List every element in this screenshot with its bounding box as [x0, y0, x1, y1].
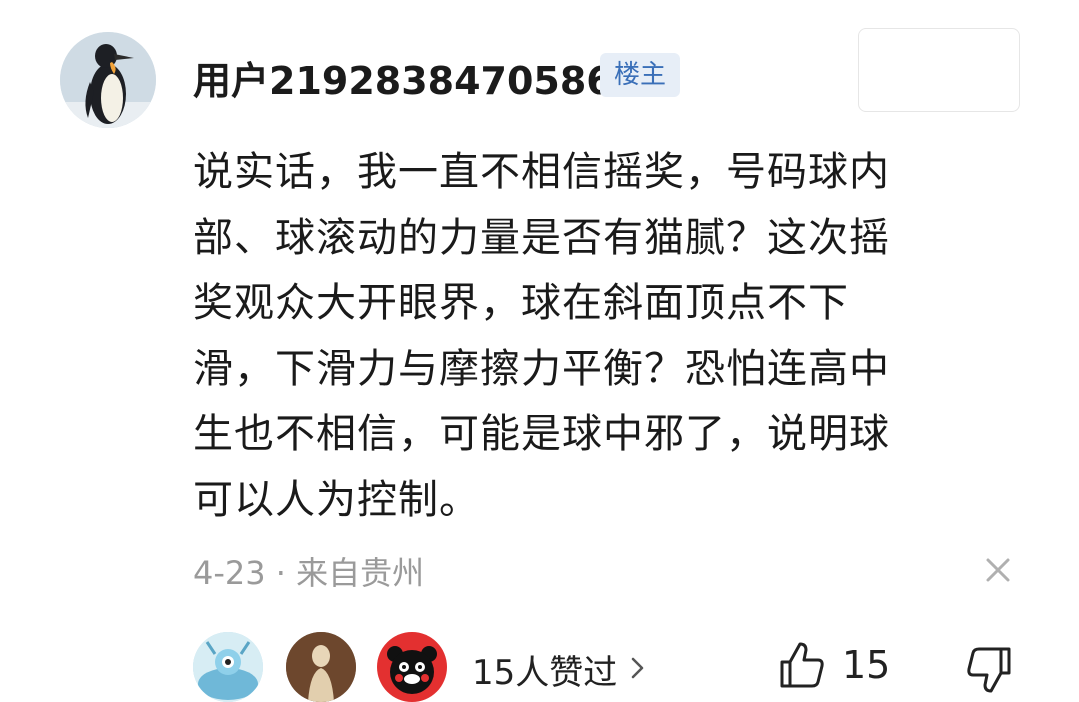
close-icon[interactable]	[980, 552, 1016, 588]
avatar[interactable]	[60, 32, 156, 128]
kumamon-avatar-icon	[377, 632, 447, 702]
chevron-right-icon[interactable]	[630, 655, 646, 681]
comment-line: 说实话，我一直不相信摇奖，号码球内	[193, 149, 890, 195]
liker-avatar[interactable]	[193, 632, 263, 702]
liked-by-count[interactable]: 15人赞过	[472, 645, 617, 694]
comment-line: 奖观众大开眼界，球在斜面顶点不下	[193, 280, 849, 326]
username[interactable]: 用户2192838470586	[193, 50, 613, 105]
liker-avatar[interactable]	[286, 632, 356, 702]
comment-line: 部、球滚动的力量是否有猫腻？这次摇	[193, 214, 890, 261]
comment-text: 说实话，我一直不相信摇奖，号码球内 部、球滚动的力量是否有猫腻？这次摇 奖观众大…	[193, 140, 1023, 533]
op-badge: 楼主	[600, 53, 681, 97]
comment-line: 生也不相信，可能是球中邪了，说明球	[193, 411, 890, 457]
thumbs-down-icon[interactable]	[965, 645, 1013, 695]
comment-line: 滑，下滑力与摩擦力平衡？恐怕连高中	[193, 345, 890, 392]
penguin-avatar-icon	[60, 32, 156, 128]
like-count: 15	[842, 643, 891, 687]
post-meta: 4-23 · 来自贵州	[193, 554, 425, 592]
liker-avatar[interactable]	[377, 632, 447, 702]
comment-line: 可以人为控制。	[193, 476, 480, 523]
alien-avatar-icon	[193, 632, 263, 702]
follow-button-placeholder[interactable]	[858, 28, 1020, 112]
thumbs-up-icon[interactable]	[778, 640, 826, 690]
statue-avatar-icon	[286, 632, 356, 702]
